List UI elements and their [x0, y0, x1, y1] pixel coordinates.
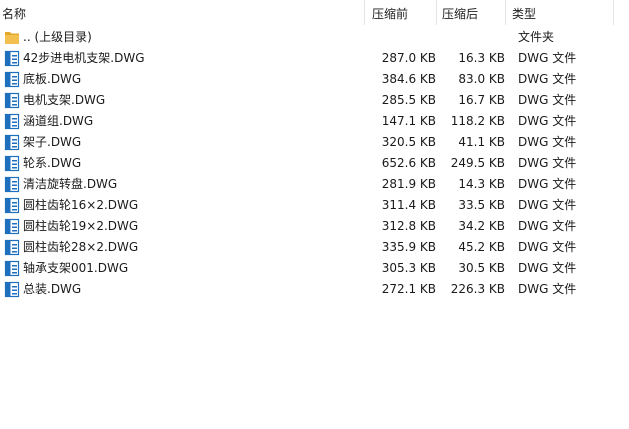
file-row[interactable]: 轮系.DWG 652.6 KB 249.5 KB DWG 文件 [0, 153, 629, 174]
column-header-size[interactable]: 压缩前 [372, 6, 408, 22]
file-type: DWG 文件 [518, 114, 577, 128]
file-size: 311.4 KB [381, 198, 436, 212]
file-name: 圆柱齿轮28×2.DWG [23, 240, 139, 254]
column-header-bar: 名称 压缩前 压缩后 类型 [0, 0, 629, 27]
file-type: 文件夹 [518, 30, 555, 44]
file-size: 335.9 KB [381, 240, 436, 254]
file-type: DWG 文件 [518, 177, 577, 191]
file-row[interactable]: 圆柱齿轮19×2.DWG 312.8 KB 34.2 KB DWG 文件 [0, 216, 629, 237]
column-header-name[interactable]: 名称 [2, 6, 26, 22]
file-compressed-size: 16.7 KB [458, 93, 505, 107]
file-compressed-size: 41.1 KB [458, 135, 505, 149]
file-type: DWG 文件 [518, 282, 577, 296]
file-size: 305.3 KB [381, 261, 436, 275]
file-type: DWG 文件 [518, 93, 577, 107]
file-compressed-size: 118.2 KB [450, 114, 505, 128]
file-compressed-size: 33.5 KB [458, 198, 505, 212]
file-row[interactable]: 清洁旋转盘.DWG 281.9 KB 14.3 KB DWG 文件 [0, 174, 629, 195]
dwg-file-icon [4, 197, 20, 214]
file-row[interactable]: 总装.DWG 272.1 KB 226.3 KB DWG 文件 [0, 279, 629, 300]
file-name: 42步进电机支架.DWG [23, 51, 145, 65]
file-row[interactable]: 42步进电机支架.DWG 287.0 KB 16.3 KB DWG 文件 [0, 48, 629, 69]
file-size: 320.5 KB [381, 135, 436, 149]
file-compressed-size: 83.0 KB [458, 72, 505, 86]
dwg-file-icon [4, 134, 20, 151]
file-compressed-size: 249.5 KB [450, 156, 505, 170]
file-size: 285.5 KB [381, 93, 436, 107]
file-name: 清洁旋转盘.DWG [23, 177, 118, 191]
file-row[interactable]: 涵道组.DWG 147.1 KB 118.2 KB DWG 文件 [0, 111, 629, 132]
file-name: 架子.DWG [23, 135, 82, 149]
dwg-file-icon [4, 155, 20, 172]
file-type: DWG 文件 [518, 135, 577, 149]
dwg-file-icon [4, 218, 20, 235]
file-size: 272.1 KB [381, 282, 436, 296]
file-compressed-size: 34.2 KB [458, 219, 505, 233]
file-type: DWG 文件 [518, 240, 577, 254]
file-type: DWG 文件 [518, 72, 577, 86]
file-type: DWG 文件 [518, 261, 577, 275]
column-divider[interactable] [436, 0, 437, 25]
file-size: 384.6 KB [381, 72, 436, 86]
file-size: 281.9 KB [381, 177, 436, 191]
file-name: 圆柱齿轮16×2.DWG [23, 198, 139, 212]
file-compressed-size: 226.3 KB [450, 282, 505, 296]
file-size: 287.0 KB [381, 51, 436, 65]
file-name: 轮系.DWG [23, 156, 82, 170]
file-compressed-size: 16.3 KB [458, 51, 505, 65]
file-type: DWG 文件 [518, 198, 577, 212]
file-size: 652.6 KB [381, 156, 436, 170]
file-row[interactable]: 圆柱齿轮28×2.DWG 335.9 KB 45.2 KB DWG 文件 [0, 237, 629, 258]
file-row[interactable]: 圆柱齿轮16×2.DWG 311.4 KB 33.5 KB DWG 文件 [0, 195, 629, 216]
dwg-file-icon [4, 50, 20, 67]
file-name: .. (上级目录) [23, 30, 92, 44]
column-divider[interactable] [505, 0, 506, 25]
file-list: .. (上级目录) 文件夹 42步进电机支架.DWG 287.0 KB 16.3 KB D… [0, 27, 629, 300]
file-compressed-size: 45.2 KB [458, 240, 505, 254]
column-header-compressed[interactable]: 压缩后 [442, 6, 478, 22]
dwg-file-icon [4, 239, 20, 256]
dwg-file-icon [4, 92, 20, 109]
file-size: 312.8 KB [381, 219, 436, 233]
dwg-file-icon [4, 176, 20, 193]
file-name: 总装.DWG [23, 282, 82, 296]
file-row[interactable]: 底板.DWG 384.6 KB 83.0 KB DWG 文件 [0, 69, 629, 90]
parent-directory-row[interactable]: .. (上级目录) 文件夹 [0, 27, 629, 48]
file-name: 底板.DWG [23, 72, 82, 86]
file-type: DWG 文件 [518, 219, 577, 233]
dwg-file-icon [4, 113, 20, 130]
column-header-type[interactable]: 类型 [512, 6, 536, 22]
dwg-file-icon [4, 260, 20, 277]
folder-icon [4, 29, 20, 46]
dwg-file-icon [4, 71, 20, 88]
file-type: DWG 文件 [518, 51, 577, 65]
file-name: 轴承支架001.DWG [23, 261, 129, 275]
file-type: DWG 文件 [518, 156, 577, 170]
file-size: 147.1 KB [381, 114, 436, 128]
file-name: 电机支架.DWG [23, 93, 106, 107]
column-divider[interactable] [613, 0, 614, 25]
file-row[interactable]: 架子.DWG 320.5 KB 41.1 KB DWG 文件 [0, 132, 629, 153]
column-divider[interactable] [364, 0, 365, 25]
file-name: 圆柱齿轮19×2.DWG [23, 219, 139, 233]
file-row[interactable]: 轴承支架001.DWG 305.3 KB 30.5 KB DWG 文件 [0, 258, 629, 279]
file-compressed-size: 30.5 KB [458, 261, 505, 275]
file-name: 涵道组.DWG [23, 114, 94, 128]
file-compressed-size: 14.3 KB [458, 177, 505, 191]
file-row[interactable]: 电机支架.DWG 285.5 KB 16.7 KB DWG 文件 [0, 90, 629, 111]
dwg-file-icon [4, 281, 20, 298]
